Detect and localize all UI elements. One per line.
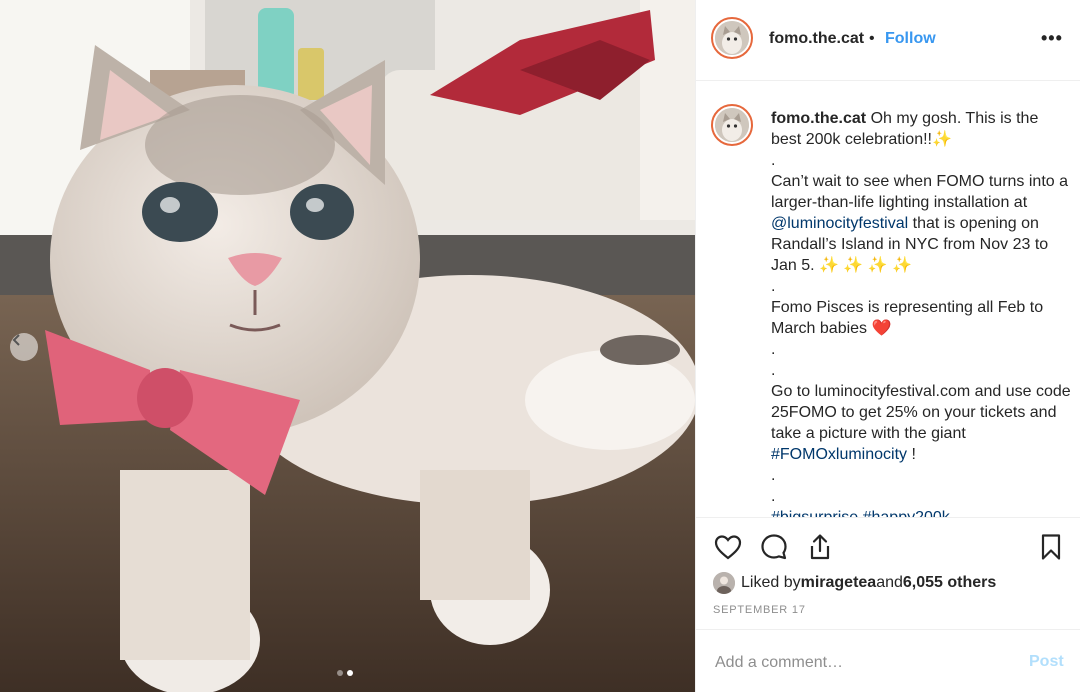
sparkle-emoji: ✨ bbox=[932, 131, 952, 148]
caption-text: Fomo Pisces is representing all Feb to M… bbox=[771, 299, 1044, 337]
caption-text: Can’t wait to see when FOMO turns into a… bbox=[771, 173, 1069, 211]
comment-button[interactable] bbox=[759, 532, 789, 562]
caption-dot: . bbox=[771, 341, 776, 358]
caption-dot: . bbox=[771, 467, 776, 484]
cat-avatar-icon bbox=[715, 21, 749, 55]
avatar[interactable] bbox=[711, 17, 753, 59]
cat-photo-illustration bbox=[0, 0, 695, 692]
mention-link[interactable]: @luminocityfestival bbox=[771, 215, 908, 232]
likes-middle: and bbox=[876, 574, 903, 591]
caption-dot: . bbox=[771, 488, 776, 505]
carousel-dot-active bbox=[347, 670, 353, 676]
heart-icon bbox=[714, 535, 742, 560]
hashtags-link[interactable]: #bigsurprise #happy200k bbox=[771, 507, 1071, 517]
carousel-indicator bbox=[337, 670, 353, 676]
post-date[interactable]: SEPTEMBER 17 bbox=[713, 604, 806, 616]
cat-avatar-icon bbox=[715, 108, 749, 142]
comment-icon bbox=[761, 534, 787, 560]
caption-text: ! bbox=[907, 446, 916, 463]
post-username[interactable]: fomo.the.cat bbox=[769, 30, 864, 48]
chevron-left-icon bbox=[12, 334, 20, 346]
caption-avatar[interactable] bbox=[711, 104, 753, 146]
likes-summary: Liked by miragetea and 6,055 others bbox=[713, 572, 996, 594]
more-options-button[interactable]: ••• bbox=[1041, 28, 1063, 49]
post-comment-button[interactable]: Post bbox=[1029, 653, 1064, 671]
header-separator: • bbox=[869, 30, 875, 47]
comments-area[interactable]: fomo.the.cat Oh my gosh. This is the bes… bbox=[696, 81, 1080, 517]
post-caption: fomo.the.cat Oh my gosh. This is the bes… bbox=[771, 108, 1071, 517]
comment-input[interactable] bbox=[713, 650, 1017, 676]
share-button[interactable] bbox=[805, 532, 835, 562]
caption-text: Go to luminocityfestival.com and use cod… bbox=[771, 383, 1071, 442]
caption-username[interactable]: fomo.the.cat bbox=[771, 110, 866, 127]
instagram-post: fomo.the.cat • Follow ••• fomo.the.cat O… bbox=[0, 0, 1080, 692]
heart-emoji: ❤️ bbox=[871, 320, 892, 337]
post-header: fomo.the.cat • Follow ••• bbox=[696, 0, 1080, 81]
sparkle-emoji: ✨ ✨ ✨ ✨ bbox=[819, 257, 913, 274]
save-button[interactable] bbox=[1036, 532, 1066, 562]
liker-avatar[interactable] bbox=[713, 572, 735, 594]
bookmark-icon bbox=[1041, 534, 1061, 560]
user-avatar-icon bbox=[713, 572, 735, 594]
like-button[interactable] bbox=[713, 532, 743, 562]
caption-dot: . bbox=[771, 278, 776, 295]
share-icon bbox=[810, 534, 830, 560]
post-photo[interactable] bbox=[0, 0, 695, 692]
follow-button[interactable]: Follow bbox=[885, 30, 936, 48]
post-actions: Liked by miragetea and 6,055 others SEPT… bbox=[696, 517, 1080, 629]
liker-username[interactable]: miragetea bbox=[801, 574, 877, 592]
add-comment-section: Post bbox=[696, 629, 1080, 692]
caption-dot: . bbox=[771, 362, 776, 379]
caption-dot: . bbox=[771, 152, 776, 169]
hashtag-link[interactable]: #FOMOxluminocity bbox=[771, 446, 907, 463]
carousel-dot bbox=[337, 670, 343, 676]
carousel-prev-button[interactable] bbox=[10, 333, 38, 361]
likes-prefix: Liked by bbox=[741, 574, 801, 591]
likes-others[interactable]: 6,055 others bbox=[903, 574, 996, 592]
post-side-panel: fomo.the.cat • Follow ••• fomo.the.cat O… bbox=[695, 0, 1080, 692]
